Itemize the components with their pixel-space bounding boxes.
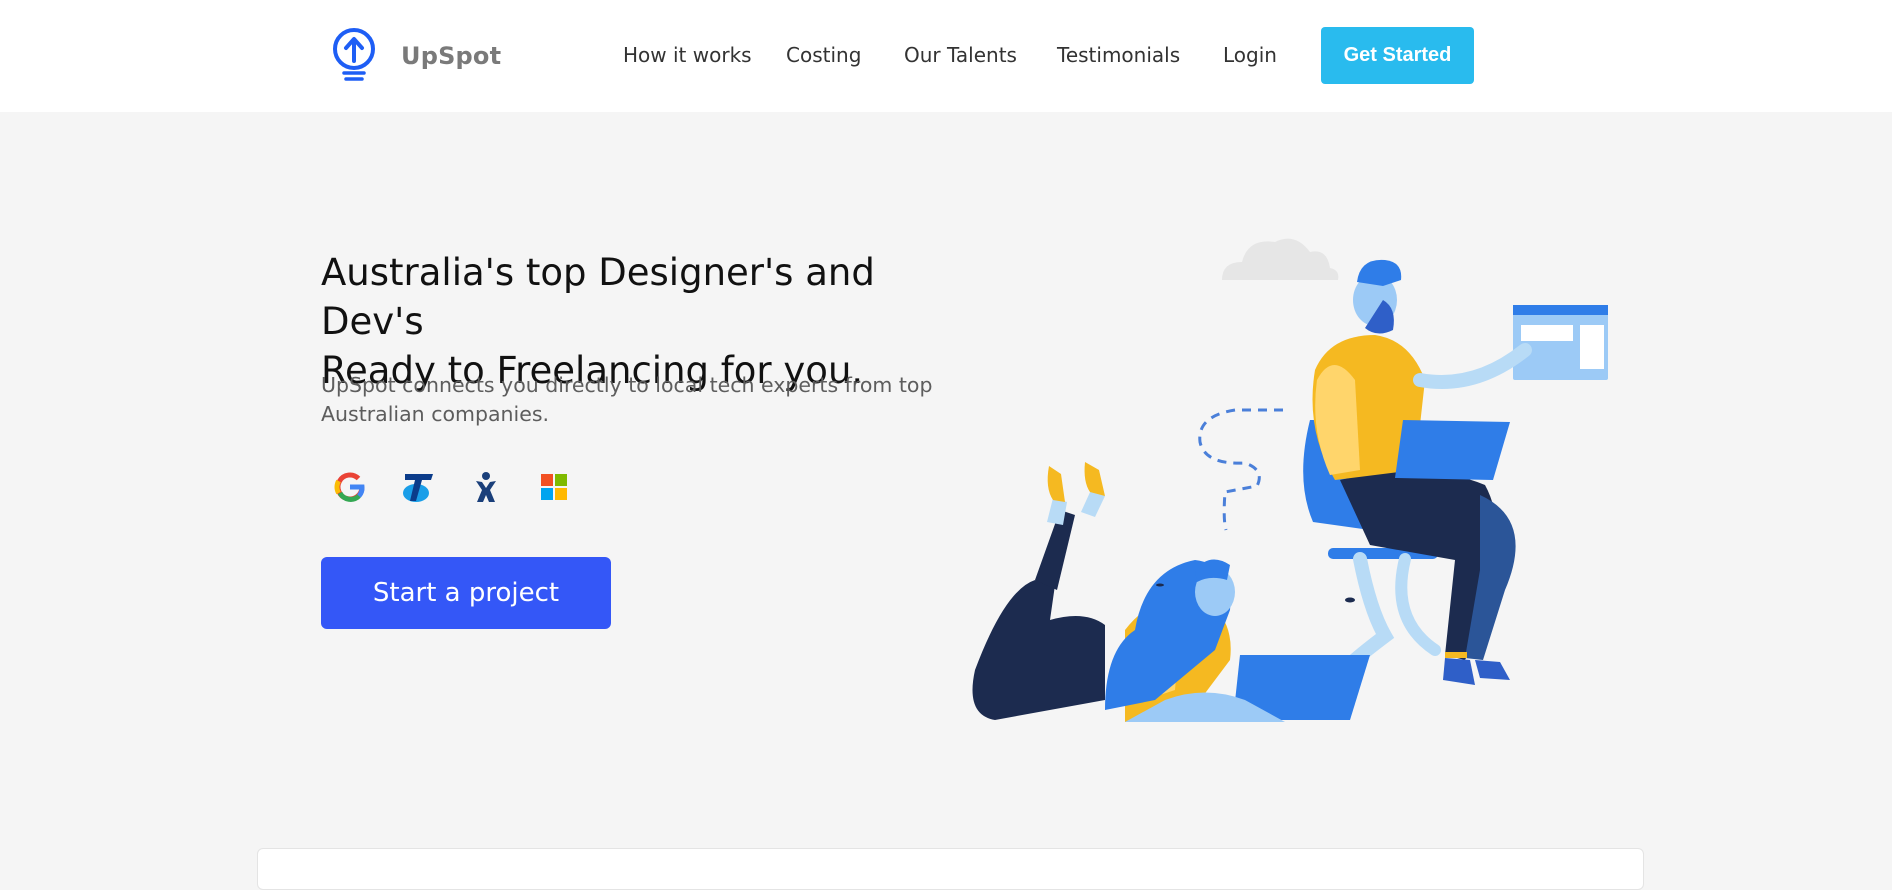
lightbulb-upload-icon: [333, 28, 375, 81]
nav-link-testimonials[interactable]: Testimonials: [1057, 42, 1180, 68]
nav-link-our-talents[interactable]: Our Talents: [904, 42, 1017, 68]
google-logo-icon: [334, 472, 365, 502]
get-started-button[interactable]: Get Started: [1321, 27, 1474, 84]
hero-subtitle: UpSpot connects you directly to local te…: [321, 373, 933, 426]
hero-title-line-1: Australia's top Designer's and Dev's: [321, 251, 875, 343]
microsoft-logo-icon: [541, 474, 567, 500]
site-header: UpSpot How it works Costing Our Talents …: [0, 0, 1892, 112]
nav-link-how-it-works[interactable]: How it works: [623, 42, 752, 68]
content-card: [257, 848, 1644, 890]
nav-link-login[interactable]: Login: [1223, 42, 1277, 68]
brand-logo[interactable]: UpSpot: [330, 26, 501, 86]
atlassian-jira-logo-icon: [476, 472, 496, 502]
start-project-button[interactable]: Start a project: [321, 557, 611, 629]
brand-name: UpSpot: [401, 42, 502, 70]
nav-link-costing[interactable]: Costing: [786, 42, 861, 68]
freelancers-working-illustration: [972, 238, 1608, 722]
telstra-logo-icon: [403, 474, 433, 502]
